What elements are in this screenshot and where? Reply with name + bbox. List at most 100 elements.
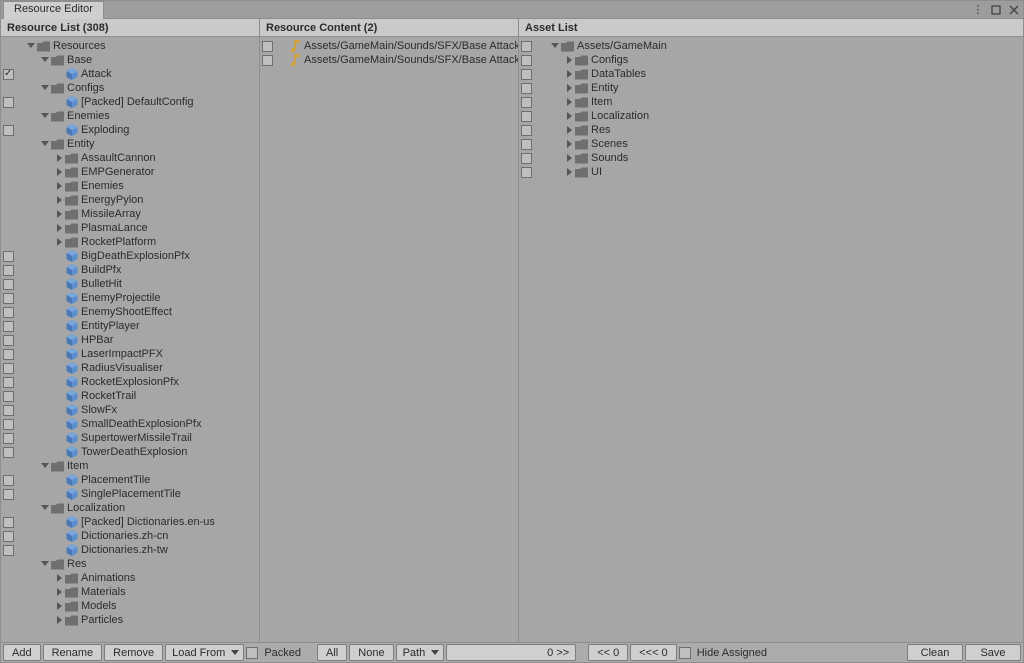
tree-item[interactable]: Assets/GameMain/Sounds/SFX/Base Attack/z… <box>260 53 516 67</box>
arrow-down-icon[interactable] <box>40 55 50 65</box>
save-button[interactable]: Save <box>965 644 1021 661</box>
row-checkbox[interactable] <box>3 321 14 332</box>
arrow-right-icon[interactable] <box>564 153 574 163</box>
row-checkbox[interactable] <box>3 391 14 402</box>
row-checkbox[interactable] <box>3 433 14 444</box>
all-button[interactable]: All <box>317 644 347 661</box>
tree-item[interactable]: HPBar <box>1 333 257 347</box>
tree-item[interactable]: RocketPlatform <box>1 235 257 249</box>
row-checkbox[interactable] <box>521 55 532 66</box>
tree-item[interactable]: EMPGenerator <box>1 165 257 179</box>
tree-item[interactable]: Enemies <box>1 179 257 193</box>
tree-item[interactable]: MissileArray <box>1 207 257 221</box>
row-checkbox[interactable] <box>3 377 14 388</box>
arrow-down-icon[interactable] <box>26 41 36 51</box>
tree-item[interactable]: Localization <box>519 109 1021 123</box>
window-menu-icon[interactable]: ⋮ <box>969 1 987 19</box>
tree-item[interactable]: Sounds <box>519 151 1021 165</box>
arrow-right-icon[interactable] <box>54 223 64 233</box>
row-checkbox[interactable] <box>521 97 532 108</box>
row-checkbox[interactable] <box>3 475 14 486</box>
add-button[interactable]: Add <box>3 644 41 661</box>
arrow-right-icon[interactable] <box>54 573 64 583</box>
arrow-down-icon[interactable] <box>40 111 50 121</box>
tree-item[interactable]: Assets/GameMain <box>519 39 1021 53</box>
row-checkbox[interactable] <box>521 125 532 136</box>
load-from-dropdown[interactable]: Load From <box>165 644 244 661</box>
tree-item[interactable]: EnemyShootEffect <box>1 305 257 319</box>
tree-item[interactable]: EnergyPylon <box>1 193 257 207</box>
row-checkbox[interactable] <box>3 293 14 304</box>
back-button[interactable]: << 0 <box>588 644 628 661</box>
tree-item[interactable]: Assets/GameMain/Sounds/SFX/Base Attack/b… <box>260 39 516 53</box>
asset-list-tree[interactable]: Assets/GameMainConfigsDataTablesEntityIt… <box>519 37 1023 642</box>
tree-item[interactable]: BulletHit <box>1 277 257 291</box>
tree-item[interactable]: SupertowerMissileTrail <box>1 431 257 445</box>
row-checkbox[interactable] <box>521 153 532 164</box>
arrow-right-icon[interactable] <box>564 55 574 65</box>
tree-item[interactable]: EnemyProjectile <box>1 291 257 305</box>
row-checkbox[interactable] <box>3 405 14 416</box>
row-checkbox[interactable] <box>3 531 14 542</box>
tree-item[interactable]: Configs <box>519 53 1021 67</box>
tree-item[interactable]: Res <box>519 123 1021 137</box>
tree-item[interactable]: LaserImpactPFX <box>1 347 257 361</box>
row-checkbox[interactable] <box>521 83 532 94</box>
arrow-right-icon[interactable] <box>54 601 64 611</box>
row-checkbox[interactable] <box>3 419 14 430</box>
tree-item[interactable]: Dictionaries.zh-cn <box>1 529 257 543</box>
arrow-right-icon[interactable] <box>54 167 64 177</box>
remove-button[interactable]: Remove <box>104 644 163 661</box>
none-button[interactable]: None <box>349 644 393 661</box>
arrow-right-icon[interactable] <box>54 615 64 625</box>
row-checkbox[interactable] <box>262 41 273 52</box>
tree-item[interactable]: Models <box>1 599 257 613</box>
arrow-right-icon[interactable] <box>564 167 574 177</box>
tree-item[interactable]: Base <box>1 53 257 67</box>
tree-item[interactable]: Enemies <box>1 109 257 123</box>
row-checkbox[interactable] <box>3 447 14 458</box>
row-checkbox[interactable] <box>521 69 532 80</box>
tree-item[interactable]: Item <box>519 95 1021 109</box>
tree-item[interactable]: Particles <box>1 613 257 627</box>
window-tab[interactable]: Resource Editor <box>3 1 104 19</box>
row-checkbox[interactable] <box>3 279 14 290</box>
tree-item[interactable]: EntityPlayer <box>1 319 257 333</box>
tree-item[interactable]: Exploding <box>1 123 257 137</box>
arrow-right-icon[interactable] <box>54 587 64 597</box>
tree-item[interactable]: RadiusVisualiser <box>1 361 257 375</box>
tree-item[interactable]: Res <box>1 557 257 571</box>
arrow-right-icon[interactable] <box>564 97 574 107</box>
row-checkbox[interactable] <box>3 335 14 346</box>
row-checkbox[interactable] <box>3 125 14 136</box>
arrow-right-icon[interactable] <box>564 111 574 121</box>
tree-item[interactable]: Scenes <box>519 137 1021 151</box>
row-checkbox[interactable] <box>3 489 14 500</box>
tree-item[interactable]: AssaultCannon <box>1 151 257 165</box>
arrow-down-icon[interactable] <box>40 83 50 93</box>
tree-item[interactable]: TowerDeathExplosion <box>1 445 257 459</box>
arrow-right-icon[interactable] <box>54 181 64 191</box>
tree-item[interactable]: SlowFx <box>1 403 257 417</box>
tree-item[interactable]: Localization <box>1 501 257 515</box>
tree-item[interactable]: BuildPfx <box>1 263 257 277</box>
backall-button[interactable]: <<< 0 <box>630 644 676 661</box>
tree-item[interactable]: RocketTrail <box>1 389 257 403</box>
row-checkbox[interactable] <box>3 69 14 80</box>
window-maximize-icon[interactable] <box>987 1 1005 19</box>
tree-item[interactable]: SmallDeathExplosionPfx <box>1 417 257 431</box>
packed-checkbox[interactable] <box>246 647 258 659</box>
tree-item[interactable]: Entity <box>519 81 1021 95</box>
row-checkbox[interactable] <box>521 167 532 178</box>
arrow-down-icon[interactable] <box>40 503 50 513</box>
resource-list-tree[interactable]: ResourcesBaseAttackConfigs[Packed] Defau… <box>1 37 259 642</box>
row-checkbox[interactable] <box>3 363 14 374</box>
hide-assigned-checkbox[interactable] <box>679 647 691 659</box>
row-checkbox[interactable] <box>3 265 14 276</box>
row-checkbox[interactable] <box>521 41 532 52</box>
row-checkbox[interactable] <box>521 139 532 150</box>
row-checkbox[interactable] <box>3 307 14 318</box>
row-checkbox[interactable] <box>3 251 14 262</box>
arrow-down-icon[interactable] <box>40 461 50 471</box>
row-checkbox[interactable] <box>3 545 14 556</box>
